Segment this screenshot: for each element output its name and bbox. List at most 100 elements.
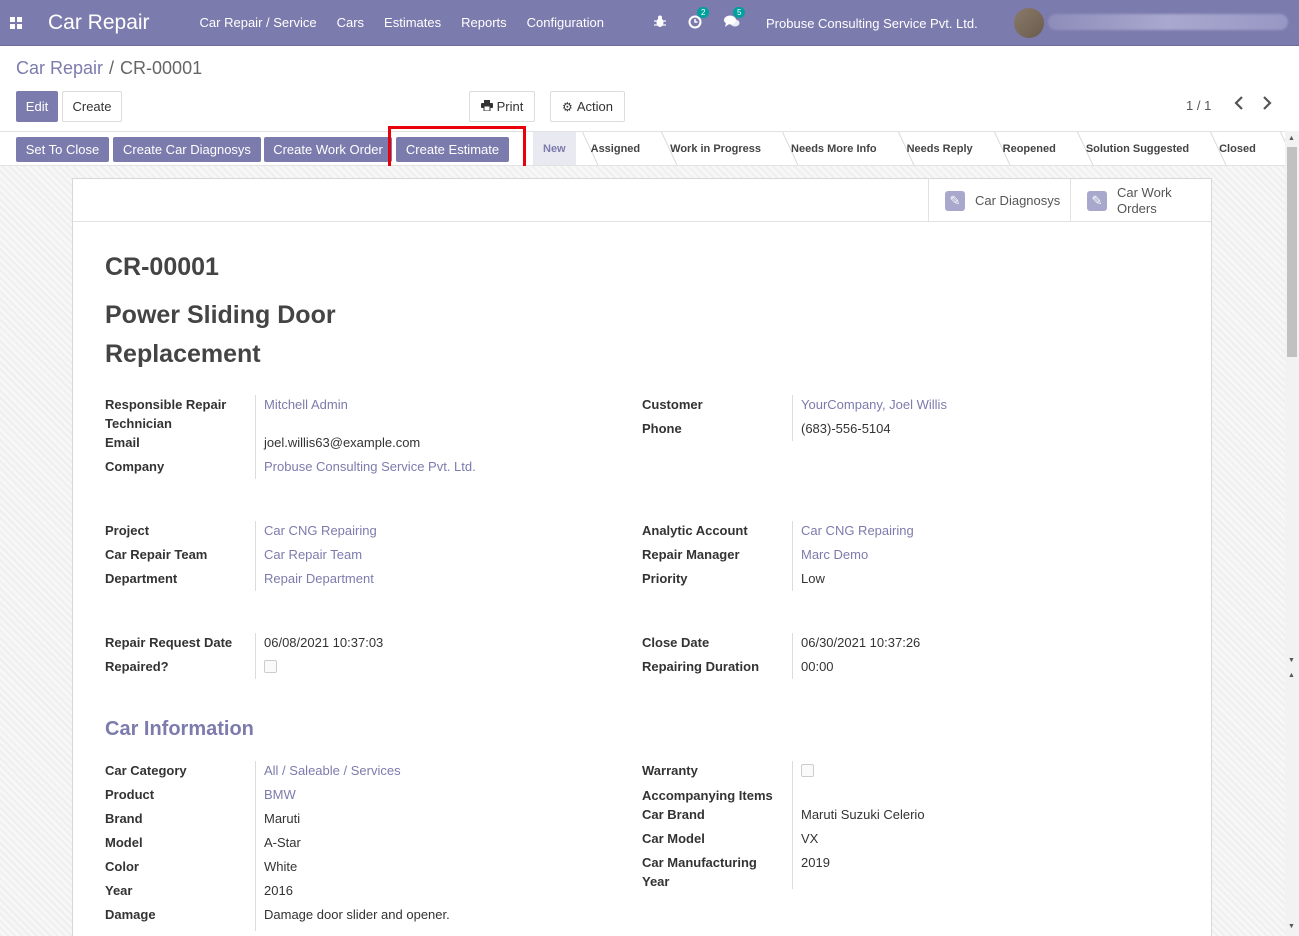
apps-grid-icon[interactable]	[0, 0, 32, 46]
stage-assigned[interactable]: Assigned	[576, 132, 656, 165]
stage-reopened[interactable]: Reopened	[988, 132, 1071, 165]
menu-configuration[interactable]: Configuration	[527, 15, 604, 30]
team-label: Car Repair Team	[105, 547, 208, 562]
stage-needs-more-info[interactable]: Needs More Info	[776, 132, 892, 165]
car-brand-value: Maruti Suzuki Celerio	[801, 807, 925, 822]
activity-badge: 2	[697, 6, 710, 18]
menu-estimates[interactable]: Estimates	[384, 15, 441, 30]
pencil-icon: ✎	[1087, 190, 1107, 211]
technician-value[interactable]: Mitchell Admin	[264, 395, 348, 414]
divider	[255, 761, 256, 931]
breadcrumb-parent[interactable]: Car Repair	[16, 58, 103, 78]
bug-icon[interactable]	[654, 15, 666, 31]
create-button[interactable]: Create	[62, 91, 122, 122]
print-label: Print	[496, 99, 524, 114]
customer-label: Customer	[642, 397, 703, 412]
team-value[interactable]: Car Repair Team	[264, 545, 362, 564]
printer-icon	[480, 99, 493, 114]
car-diagnosys-smart-button[interactable]: ✎ Car Diagnosys	[928, 179, 1070, 222]
chevron-left-icon[interactable]	[1234, 96, 1244, 115]
car-category-value[interactable]: All / Saleable / Services	[264, 761, 401, 780]
chevron-right-icon[interactable]	[1262, 96, 1272, 115]
analytic-value[interactable]: Car CNG Repairing	[801, 521, 914, 540]
divider	[255, 521, 256, 591]
product-label: Product	[105, 787, 155, 802]
scroll-down-icon-2[interactable]: ▼	[1288, 923, 1295, 930]
repaired-checkbox[interactable]	[264, 660, 277, 673]
warranty-label: Warranty	[642, 763, 698, 778]
breadcrumb-separator: /	[109, 58, 115, 78]
car-work-orders-label: Car Work Orders	[1117, 184, 1172, 216]
activity-clock-icon[interactable]: 2	[688, 6, 710, 32]
create-car-diagnosys-button[interactable]: Create Car Diagnosys	[113, 137, 261, 162]
duration-label: Repairing Duration	[642, 659, 760, 674]
model-value: A-Star	[264, 835, 301, 850]
product-value[interactable]: BMW	[264, 785, 296, 804]
customer-value[interactable]: YourCompany, Joel Willis	[801, 395, 947, 414]
project-value[interactable]: Car CNG Repairing	[264, 521, 377, 540]
scroll-down-icon[interactable]: ▼	[1288, 657, 1295, 664]
company-label: Company	[105, 459, 165, 474]
technician-label: Responsible Repair Technician	[105, 397, 227, 431]
breadcrumb-current: CR-00001	[120, 58, 203, 78]
car-work-orders-smart-button[interactable]: ✎ Car Work Orders	[1070, 179, 1211, 222]
brand-label: Brand	[105, 811, 143, 826]
create-work-order-button[interactable]: Create Work Order	[264, 137, 392, 162]
record-id: CR-00001	[105, 253, 219, 281]
menu-cars[interactable]: Cars	[337, 15, 364, 30]
edit-button[interactable]: Edit	[16, 91, 58, 122]
record-name: Power Sliding Door Replacement	[105, 301, 336, 368]
stage-solution-suggested[interactable]: Solution Suggested	[1071, 132, 1204, 165]
pager-value[interactable]: 1 / 1	[1186, 98, 1211, 113]
company-switcher[interactable]: Probuse Consulting Service Pvt. Ltd.	[766, 16, 978, 31]
stage-needs-reply[interactable]: Needs Reply	[892, 132, 988, 165]
request-date-value: 06/08/2021 10:37:03	[264, 635, 384, 650]
close-date-value: 06/30/2021 10:37:26	[801, 635, 921, 650]
manufacturing-year-value: 2019	[801, 855, 830, 870]
gear-icon: ⚙	[562, 99, 573, 114]
scrollbar[interactable]: ▲ ▼ ▲ ▼	[1285, 131, 1299, 936]
print-button[interactable]: Print	[469, 91, 535, 122]
email-label: Email	[105, 435, 140, 450]
car-brand-label: Car Brand	[642, 807, 705, 822]
analytic-label: Analytic Account	[642, 523, 748, 538]
stage-work-in-progress[interactable]: Work in Progress	[655, 132, 776, 165]
scroll-thumb[interactable]	[1287, 147, 1297, 357]
menu-car-repair-service[interactable]: Car Repair / Service	[200, 15, 317, 30]
scroll-up-icon-2[interactable]: ▲	[1288, 672, 1295, 679]
avatar[interactable]	[1014, 8, 1044, 38]
color-value: White	[264, 859, 298, 874]
scroll-up-icon[interactable]: ▲	[1288, 135, 1295, 142]
car-diagnosys-label: Car Diagnosys	[975, 192, 1061, 208]
top-navbar: Car Repair Car Repair / Service Cars Est…	[0, 0, 1299, 46]
divider	[792, 521, 793, 591]
department-label: Department	[105, 571, 178, 586]
messages-chat-icon[interactable]: 5	[724, 7, 746, 31]
divider	[255, 633, 256, 679]
car-model-label: Car Model	[642, 831, 705, 846]
menu-reports[interactable]: Reports	[461, 15, 507, 30]
stage-closed[interactable]: Closed	[1204, 132, 1274, 165]
action-label: Action	[576, 99, 613, 114]
stage-pipeline: New Assigned Work in Progress Needs More…	[533, 132, 1274, 165]
duration-value: 00:00	[801, 659, 834, 674]
department-value[interactable]: Repair Department	[264, 569, 374, 588]
app-brand[interactable]: Car Repair	[48, 11, 150, 35]
warranty-checkbox[interactable]	[801, 764, 814, 777]
car-information-heading: Car Information	[105, 718, 254, 740]
close-date-label: Close Date	[642, 635, 710, 650]
phone-value: (683)-556-5104	[801, 421, 891, 436]
stage-new[interactable]: New	[533, 132, 576, 165]
action-button[interactable]: ⚙ Action	[550, 91, 625, 122]
user-menu-blurred[interactable]	[1048, 14, 1288, 30]
repaired-label: Repaired?	[105, 659, 169, 674]
divider	[255, 395, 256, 479]
email-value: joel.willis63@example.com	[264, 435, 421, 450]
company-value[interactable]: Probuse Consulting Service Pvt. Ltd.	[264, 457, 476, 476]
pencil-icon: ✎	[945, 190, 965, 211]
manufacturing-year-label: Car Manufacturing Year	[642, 855, 757, 889]
manager-value[interactable]: Marc Demo	[801, 545, 868, 564]
color-label: Color	[105, 859, 139, 874]
set-to-close-button[interactable]: Set To Close	[16, 137, 109, 162]
request-date-label: Repair Request Date	[105, 635, 233, 650]
